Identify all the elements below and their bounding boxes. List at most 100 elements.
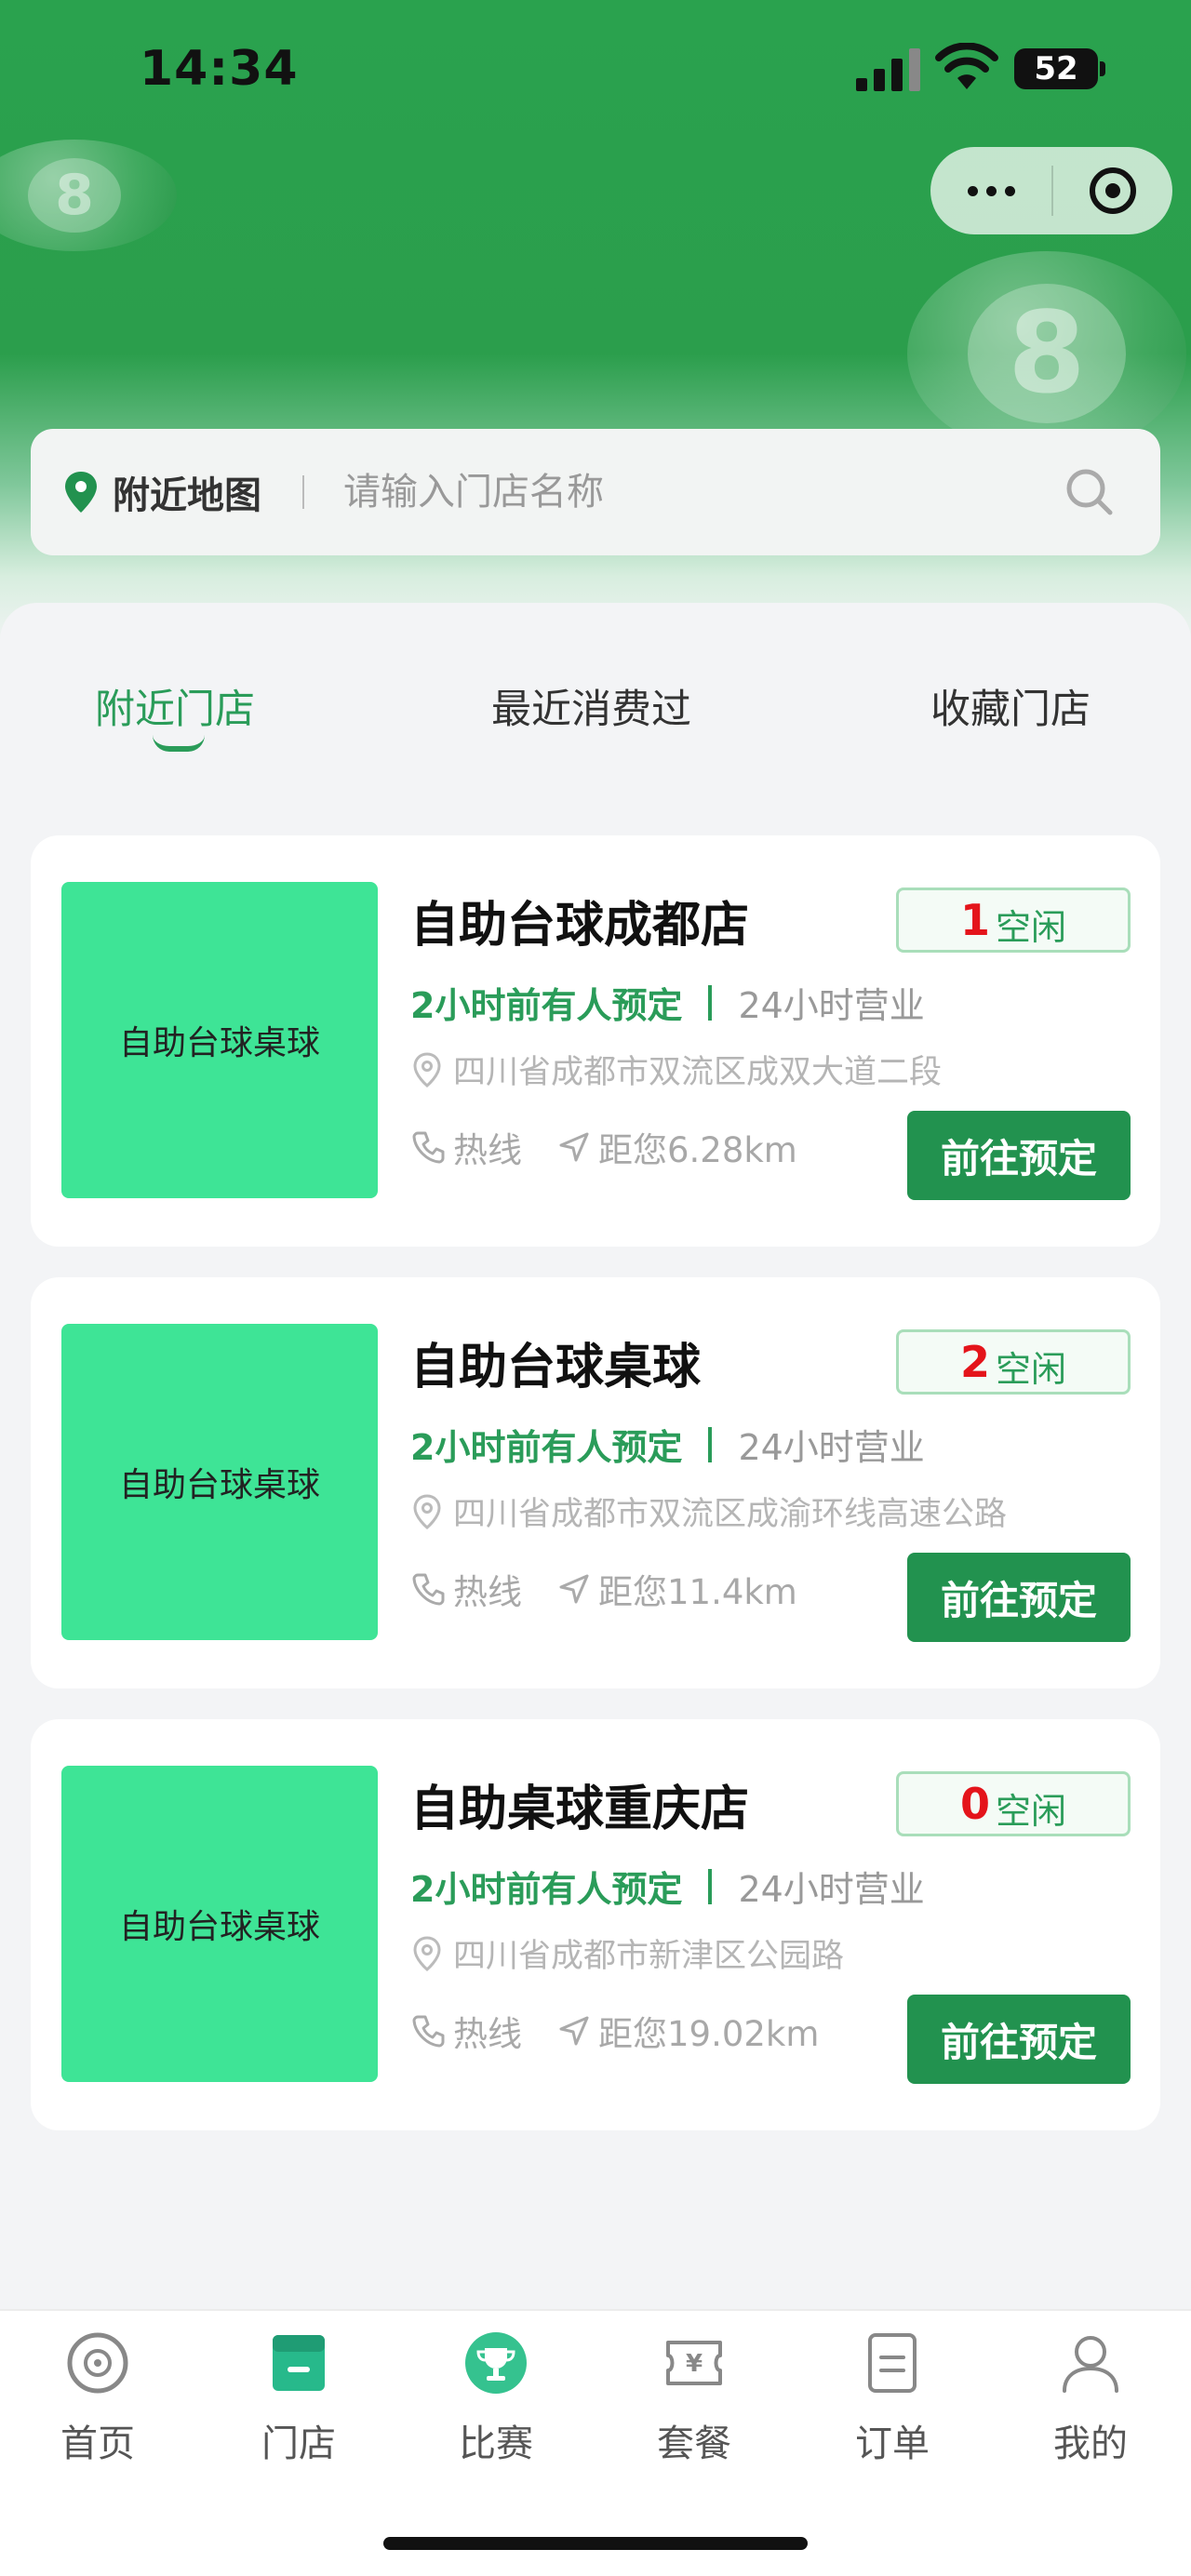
free-label: 空闲: [996, 1790, 1067, 1832]
trophy-icon: [462, 2329, 529, 2396]
book-now-button[interactable]: 前往预定: [907, 1111, 1131, 1200]
ticket-icon: ¥: [661, 2329, 728, 2396]
business-hours: 24小时营业: [738, 1427, 925, 1468]
hotline-label: 热线: [453, 1572, 522, 1612]
recent-booking-text: 2小时前有人预定: [410, 985, 683, 1026]
store-address: 四川省成都市新津区公园路: [410, 1929, 844, 1977]
address-pin-icon: [413, 1051, 441, 1088]
billiard-ball-decoration-icon: 8: [0, 140, 177, 251]
more-dot-icon: [985, 185, 997, 196]
tabbar-item-profile[interactable]: 我的: [1007, 2329, 1174, 2497]
tab-nearby-stores[interactable]: 附近门店: [95, 677, 255, 735]
meta-divider: [708, 1868, 713, 1904]
store-search-input[interactable]: [343, 471, 1032, 514]
navigation-arrow-icon: [559, 1574, 589, 1604]
store-card[interactable]: 自助台球桌球 自助桌球重庆店 0 空闲 2小时前有人预定 24小时营业 四川省成…: [31, 1719, 1160, 2130]
store-name: 自助桌球重庆店: [410, 1782, 750, 1837]
more-options-button[interactable]: [930, 147, 1051, 234]
phone-icon: [412, 1131, 445, 1164]
store-card[interactable]: 自助台球桌球 自助台球成都店 1 空闲 2小时前有人预定 24小时营业 四川省成…: [31, 835, 1160, 1247]
store-tabs: 附近门店 最近消费过 收藏门店: [0, 677, 1191, 770]
active-tab-indicator: [153, 735, 205, 752]
user-icon: [1057, 2329, 1124, 2396]
address-text: 四川省成都市双流区成双大道二段: [453, 1054, 943, 1091]
tabbar-item-orders[interactable]: 订单: [809, 2329, 976, 2497]
more-dot-icon: [1004, 185, 1015, 196]
bottom-tab-bar: 首页 门店 比赛 ¥ 套餐 订单 我的: [0, 2309, 1191, 2576]
store-name: 自助台球桌球: [410, 1340, 702, 1395]
store-thumbnail: 自助台球桌球: [61, 882, 378, 1198]
status-bar: 14:34 52: [0, 0, 1191, 140]
business-hours: 24小时营业: [738, 985, 925, 1026]
search-icon[interactable]: [1064, 466, 1116, 518]
tabbar-item-home[interactable]: 首页: [14, 2329, 181, 2497]
store-card[interactable]: 自助台球桌球 自助台球桌球 2 空闲 2小时前有人预定 24小时营业 四川省成都…: [31, 1277, 1160, 1688]
tabbar-item-stores[interactable]: 门店: [215, 2329, 382, 2497]
hotline-label: 热线: [453, 1130, 522, 1170]
nearby-map-link[interactable]: 附近地图: [113, 465, 261, 519]
navigation-arrow-icon: [559, 2016, 589, 2046]
battery-indicator: 52: [1014, 48, 1105, 89]
store-meta: 2小时前有人预定 24小时营业: [410, 1419, 925, 1470]
tab-recently-visited[interactable]: 最近消费过: [491, 677, 691, 735]
distance-info: 距您11.4km: [555, 1564, 797, 1614]
cellular-signal-icon: [856, 48, 920, 91]
tabbar-label: 比赛: [459, 2423, 533, 2465]
store-name: 自助台球成都店: [410, 898, 750, 954]
free-label: 空闲: [996, 1348, 1067, 1390]
tabbar-item-matches[interactable]: 比赛: [412, 2329, 580, 2497]
tab-favorite-stores[interactable]: 收藏门店: [930, 677, 1091, 735]
free-tables-badge: 2 空闲: [896, 1329, 1131, 1395]
phone-icon: [412, 1573, 445, 1606]
distance-text: 距您11.4km: [598, 1572, 797, 1612]
address-text: 四川省成都市新津区公园路: [453, 1938, 845, 1975]
book-now-button[interactable]: 前往预定: [907, 1553, 1131, 1642]
free-table-count: 1: [959, 895, 990, 945]
store-actions: 热线 距您11.4km: [410, 1564, 797, 1614]
miniprogram-capsule: [930, 147, 1172, 234]
hotline-link[interactable]: 热线: [410, 2006, 522, 2056]
tabbar-label: 套餐: [657, 2423, 731, 2465]
search-divider: [302, 475, 304, 509]
wifi-icon: [935, 43, 998, 89]
status-time: 14:34: [140, 41, 299, 97]
store-thumbnail: 自助台球桌球: [61, 1766, 378, 2082]
business-hours: 24小时营业: [738, 1869, 925, 1910]
store-icon: [265, 2329, 332, 2396]
more-dot-icon: [967, 185, 978, 196]
home-indicator[interactable]: [383, 2537, 808, 2550]
store-address: 四川省成都市双流区成渝环线高速公路: [410, 1488, 1007, 1535]
navigation-arrow-icon: [559, 1132, 589, 1162]
distance-info: 距您19.02km: [555, 2006, 819, 2056]
hotline-link[interactable]: 热线: [410, 1564, 522, 1614]
free-tables-badge: 1 空闲: [896, 888, 1131, 953]
location-pin-icon[interactable]: [62, 470, 100, 514]
book-now-button[interactable]: 前往预定: [907, 1995, 1131, 2084]
store-meta: 2小时前有人预定 24小时营业: [410, 1861, 925, 1912]
tabbar-label: 首页: [60, 2423, 135, 2465]
phone-icon: [412, 2015, 445, 2048]
hotline-label: 热线: [453, 2014, 522, 2054]
close-miniprogram-button[interactable]: [1053, 147, 1172, 234]
address-pin-icon: [413, 1935, 441, 1971]
distance-info: 距您6.28km: [555, 1122, 797, 1172]
free-tables-badge: 0 空闲: [896, 1771, 1131, 1836]
svg-text:¥: ¥: [686, 2350, 703, 2378]
store-actions: 热线 距您19.02km: [410, 2006, 819, 2056]
hotline-link[interactable]: 热线: [410, 1122, 522, 1172]
tabbar-item-packages[interactable]: ¥ 套餐: [610, 2329, 778, 2497]
store-actions: 热线 距您6.28km: [410, 1122, 797, 1172]
distance-text: 距您19.02km: [598, 2014, 820, 2054]
store-meta: 2小时前有人预定 24小时营业: [410, 977, 925, 1028]
address-text: 四川省成都市双流区成渝环线高速公路: [453, 1496, 1008, 1533]
search-bar: 附近地图: [31, 429, 1160, 555]
tabbar-label: 订单: [855, 2423, 930, 2465]
free-table-count: 0: [959, 1779, 990, 1829]
address-pin-icon: [413, 1493, 441, 1529]
billiard-ball-decoration-icon: 8: [907, 251, 1186, 456]
meta-divider: [708, 1426, 713, 1462]
recent-booking-text: 2小时前有人预定: [410, 1869, 683, 1910]
meta-divider: [708, 984, 713, 1021]
free-table-count: 2: [959, 1337, 990, 1387]
target-icon: [1090, 167, 1136, 214]
